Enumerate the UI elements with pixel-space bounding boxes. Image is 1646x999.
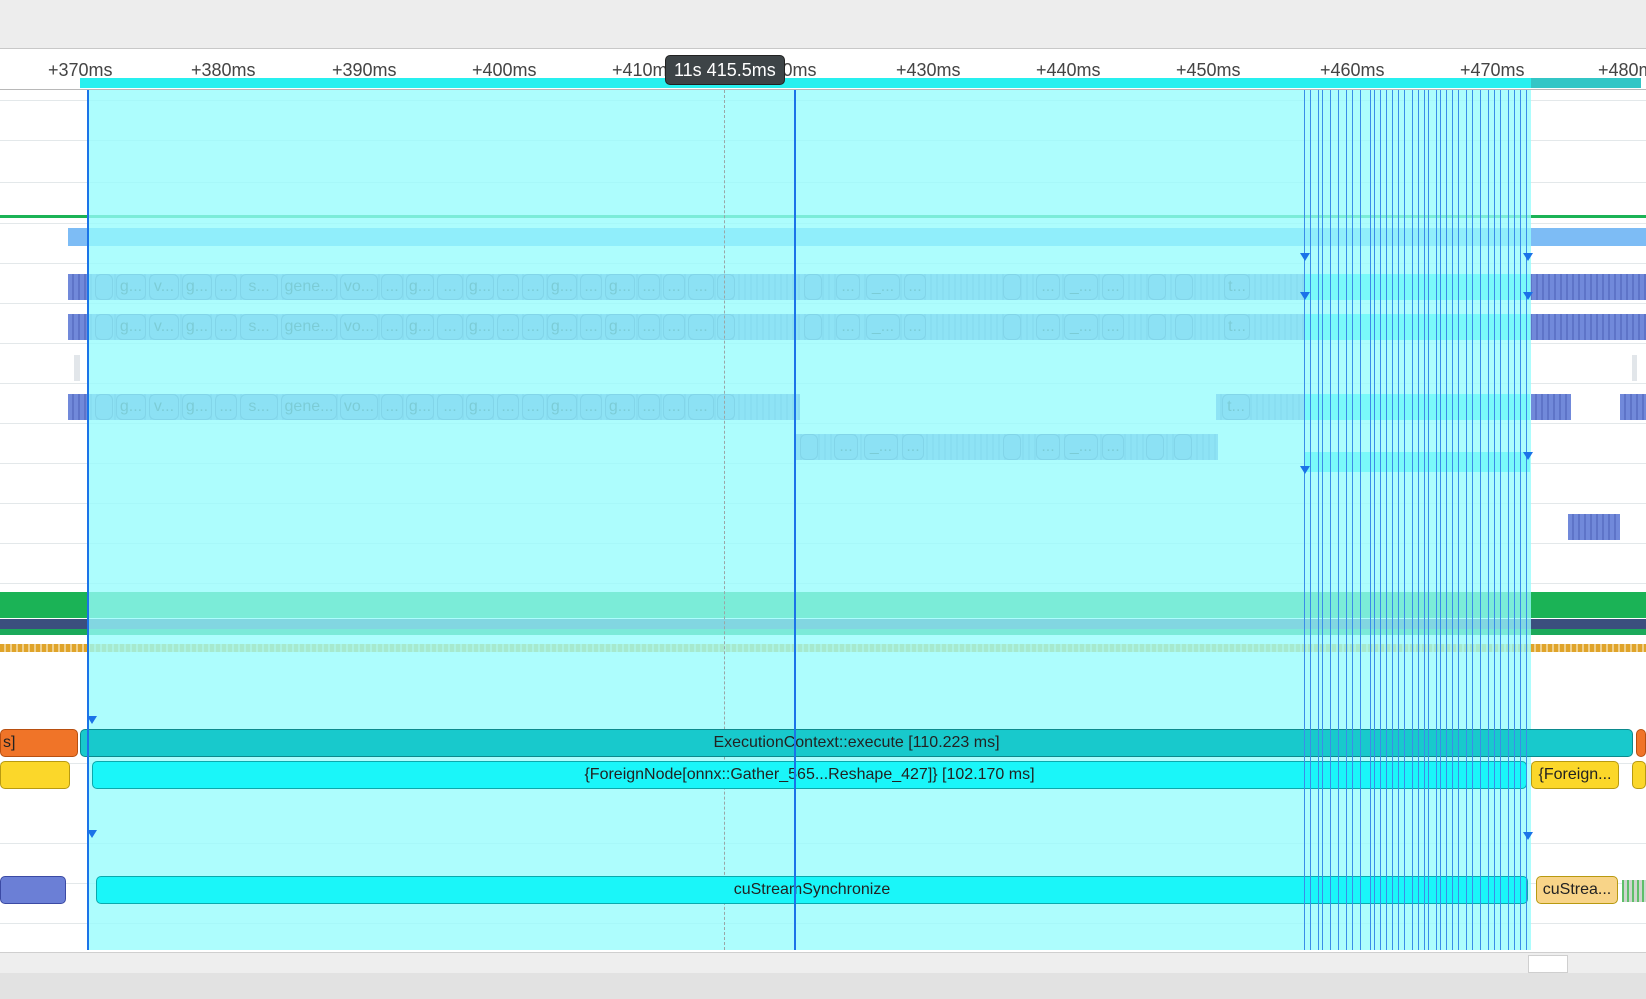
foreign-node-event[interactable]: {ForeignNode[onnx::Gather_565...Reshape_… — [92, 761, 1527, 789]
horizontal-scrollbar[interactable] — [0, 952, 1646, 973]
flow-marker-icon — [1300, 466, 1310, 474]
scrollbar-thumb[interactable] — [1528, 955, 1568, 973]
custream-right-event[interactable]: cuStrea... — [1536, 876, 1618, 904]
ruler-tick-label: +430ms — [896, 60, 961, 80]
flow-line — [1386, 90, 1387, 950]
flow-line — [1380, 90, 1381, 950]
range-marker-line[interactable] — [794, 90, 796, 950]
ruler-tick-label: +390ms — [332, 60, 397, 80]
flow-marker-icon — [1523, 253, 1533, 261]
ruler-tick-label: +450ms — [1176, 60, 1241, 80]
flow-line — [1452, 90, 1453, 950]
timeline-canvas[interactable]: g...v...g......s...gene...vo......g.....… — [0, 90, 1646, 950]
flow-line — [1398, 90, 1399, 950]
flow-line — [1424, 90, 1425, 950]
ruler-tick-label: +400ms — [472, 60, 537, 80]
small-marker — [1622, 880, 1646, 902]
kernel-band — [1620, 394, 1646, 420]
cursor-time-badge: 11s 415.5ms — [665, 55, 785, 85]
yellow-event[interactable] — [1632, 761, 1646, 789]
flow-line — [1412, 90, 1413, 950]
flow-line — [1446, 90, 1447, 950]
ruler-tick-label: +380ms — [191, 60, 256, 80]
flow-line — [1488, 90, 1489, 950]
flow-line — [1458, 90, 1459, 950]
flow-marker-icon — [1523, 452, 1533, 460]
blue-event[interactable] — [0, 876, 66, 904]
ruler-tick-label: +480ms — [1598, 60, 1646, 80]
flow-marker-icon — [87, 830, 97, 838]
flow-line — [1360, 90, 1361, 950]
ruler-tick-label: +440ms — [1036, 60, 1101, 80]
kernel-band — [1568, 514, 1620, 540]
flow-line — [1514, 90, 1515, 950]
flow-marker-icon — [87, 716, 97, 724]
flow-line — [1526, 90, 1527, 950]
status-bar — [0, 973, 1646, 999]
kernel-band — [1531, 394, 1571, 420]
ruler-tick-label: +460ms — [1320, 60, 1385, 80]
orange-event[interactable] — [1636, 729, 1646, 757]
small-marker — [1632, 355, 1637, 381]
flow-line — [1346, 90, 1347, 950]
flow-line — [1418, 90, 1419, 950]
flow-line — [1374, 90, 1375, 950]
flow-line — [1440, 90, 1441, 950]
yellow-event[interactable] — [0, 761, 70, 789]
flow-line — [1520, 90, 1521, 950]
flow-line — [1508, 90, 1509, 950]
flow-line — [1330, 90, 1331, 950]
flow-line — [1494, 90, 1495, 950]
flow-marker-icon — [1523, 292, 1533, 300]
flow-line — [1352, 90, 1353, 950]
flow-marker-icon — [1523, 832, 1533, 840]
flow-line — [1404, 90, 1405, 950]
flow-line — [1322, 90, 1323, 950]
execution-context-execute[interactable]: ExecutionContext::execute [110.223 ms] — [80, 729, 1633, 757]
flow-line — [1338, 90, 1339, 950]
small-marker — [74, 355, 80, 381]
cursor-dashed-line — [724, 90, 725, 950]
flow-line — [1310, 90, 1311, 950]
ruler-tick-label: +470ms — [1460, 60, 1525, 80]
range-start-line[interactable] — [87, 90, 89, 950]
flow-line — [1436, 90, 1437, 950]
flow-line — [1370, 90, 1371, 950]
ruler-tick-label: +370ms — [48, 60, 113, 80]
flow-line — [1318, 90, 1319, 950]
orange-event[interactable]: s] — [0, 729, 78, 757]
flow-line — [1466, 90, 1467, 950]
custream-synchronize-event[interactable]: cuStreamSynchronize — [96, 876, 1528, 904]
foreign-node-right-event[interactable]: {Foreign... — [1531, 761, 1619, 789]
flow-marker-icon — [1300, 253, 1310, 261]
flow-line — [1472, 90, 1473, 950]
flow-line — [1392, 90, 1393, 950]
window-toolbar — [0, 0, 1646, 49]
time-ruler[interactable]: +370ms +380ms +390ms +400ms +410ms +420m… — [0, 49, 1646, 90]
selection-range[interactable] — [88, 90, 1531, 950]
flow-marker-icon — [1300, 292, 1310, 300]
flow-line — [1480, 90, 1481, 950]
flow-line — [1500, 90, 1501, 950]
flow-line — [1304, 90, 1305, 950]
flow-line — [1428, 90, 1429, 950]
